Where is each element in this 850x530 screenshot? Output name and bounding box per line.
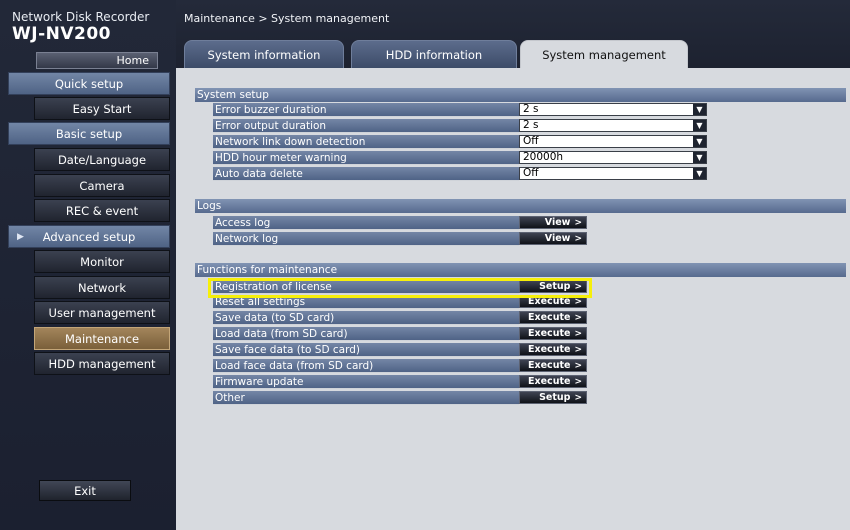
- button-label: Execute: [528, 344, 571, 355]
- chevron-right-icon: >: [574, 329, 582, 339]
- function-label: Save data (to SD card): [213, 311, 519, 325]
- select-value: 20000h: [523, 151, 564, 163]
- sidebar-item-monitor[interactable]: Monitor: [34, 250, 170, 273]
- sidebar-item-label: User management: [48, 306, 156, 320]
- sidebar-item-label: Easy Start: [72, 102, 132, 116]
- firmware-update-execute-button[interactable]: Execute >: [519, 375, 587, 388]
- load-data-execute-button[interactable]: Execute >: [519, 327, 587, 340]
- breadcrumb: Maintenance > System management: [184, 12, 390, 25]
- network-log-view-button[interactable]: View >: [519, 232, 587, 245]
- setting-label: HDD hour meter warning: [213, 151, 519, 165]
- sidebar-item-advanced-setup[interactable]: ▶ Advanced setup: [8, 225, 170, 248]
- section-system-setup: System setup: [195, 88, 846, 102]
- section-logs: Logs: [195, 199, 846, 213]
- dropdown-arrow-icon: ▼: [693, 120, 706, 131]
- sidebar-item-label: Maintenance: [64, 332, 140, 346]
- chevron-right-icon: >: [574, 234, 582, 244]
- tab-hdd-information[interactable]: HDD information: [351, 40, 517, 68]
- sidebar-item-label: Quick setup: [54, 77, 124, 91]
- function-label: Other: [213, 391, 519, 405]
- dropdown-arrow-icon: ▼: [693, 136, 706, 147]
- sidebar-item-quick-setup[interactable]: Quick setup: [8, 72, 170, 95]
- function-label: Load data (from SD card): [213, 327, 519, 341]
- sidebar-item-rec-event[interactable]: REC & event: [34, 199, 170, 222]
- network-link-down-detection-select[interactable]: Off ▼: [519, 135, 707, 148]
- function-label: Save face data (to SD card): [213, 343, 519, 357]
- button-label: View: [544, 217, 571, 228]
- load-face-data-execute-button[interactable]: Execute >: [519, 359, 587, 372]
- chevron-right-icon: >: [574, 297, 582, 307]
- sidebar-item-hdd-management[interactable]: HDD management: [34, 352, 170, 375]
- select-value: Off: [523, 167, 539, 179]
- header: Maintenance > System management System i…: [176, 0, 850, 68]
- sidebar-item-label: REC & event: [65, 204, 139, 218]
- setting-label: Auto data delete: [213, 167, 519, 181]
- app-window: Network Disk Recorder WJ-NV200 Home Quic…: [0, 0, 850, 530]
- setting-label: Error buzzer duration: [213, 103, 519, 117]
- function-label: Load face data (from SD card): [213, 359, 519, 373]
- setting-label: Network link down detection: [213, 135, 519, 149]
- log-label: Access log: [213, 216, 519, 230]
- chevron-right-icon: >: [574, 377, 582, 387]
- function-label: Firmware update: [213, 375, 519, 389]
- other-setup-button[interactable]: Setup >: [519, 391, 587, 404]
- dropdown-arrow-icon: ▼: [693, 104, 706, 115]
- button-label: Execute: [528, 376, 571, 387]
- button-label: Execute: [528, 360, 571, 371]
- button-label: View: [544, 233, 571, 244]
- chevron-right-icon: >: [574, 218, 582, 228]
- tab-system-management[interactable]: System management: [520, 40, 688, 68]
- button-label: Setup: [539, 392, 571, 403]
- tab-system-information[interactable]: System information: [184, 40, 344, 68]
- sidebar-item-maintenance[interactable]: Maintenance: [34, 327, 170, 350]
- access-log-view-button[interactable]: View >: [519, 216, 587, 229]
- brand-model: WJ-NV200: [12, 24, 112, 44]
- button-label: Execute: [528, 328, 571, 339]
- select-value: Off: [523, 135, 539, 147]
- chevron-right-icon: >: [574, 313, 582, 323]
- hdd-hour-meter-warning-select[interactable]: 20000h ▼: [519, 151, 707, 164]
- sidebar-item-label: Network: [77, 281, 127, 295]
- chevron-right-icon: >: [574, 361, 582, 371]
- exit-button[interactable]: Exit: [39, 480, 131, 501]
- home-button[interactable]: Home: [36, 52, 158, 69]
- expand-triangle-icon: ▶: [17, 232, 24, 242]
- button-label: Execute: [528, 312, 571, 323]
- sidebar-item-camera[interactable]: Camera: [34, 174, 170, 197]
- save-face-data-execute-button[interactable]: Execute >: [519, 343, 587, 356]
- sidebar-item-label: HDD management: [48, 357, 156, 371]
- sidebar-item-label: Basic setup: [55, 127, 123, 141]
- sidebar-item-label: Camera: [79, 179, 125, 193]
- select-value: 2 s: [523, 119, 539, 131]
- dropdown-arrow-icon: ▼: [693, 168, 706, 179]
- highlight-frame: [208, 278, 592, 298]
- chevron-right-icon: >: [574, 345, 582, 355]
- dropdown-arrow-icon: ▼: [693, 152, 706, 163]
- error-output-duration-select[interactable]: 2 s ▼: [519, 119, 707, 132]
- sidebar-item-label: Advanced setup: [42, 230, 136, 244]
- log-label: Network log: [213, 232, 519, 246]
- sidebar-item-basic-setup[interactable]: Basic setup: [8, 122, 170, 145]
- brand-subtitle: Network Disk Recorder: [12, 10, 150, 24]
- sidebar-item-easy-start[interactable]: Easy Start: [34, 97, 170, 120]
- sidebar-item-date-language[interactable]: Date/Language: [34, 148, 170, 171]
- error-buzzer-duration-select[interactable]: 2 s ▼: [519, 103, 707, 116]
- save-data-execute-button[interactable]: Execute >: [519, 311, 587, 324]
- setting-label: Error output duration: [213, 119, 519, 133]
- sidebar: Network Disk Recorder WJ-NV200 Home Quic…: [0, 0, 176, 530]
- auto-data-delete-select[interactable]: Off ▼: [519, 167, 707, 180]
- chevron-right-icon: >: [574, 393, 582, 403]
- sidebar-item-network[interactable]: Network: [34, 276, 170, 299]
- select-value: 2 s: [523, 103, 539, 115]
- section-functions-for-maintenance: Functions for maintenance: [195, 263, 846, 277]
- sidebar-item-label: Monitor: [80, 255, 124, 269]
- sidebar-item-user-management[interactable]: User management: [34, 301, 170, 324]
- sidebar-item-label: Date/Language: [57, 153, 147, 167]
